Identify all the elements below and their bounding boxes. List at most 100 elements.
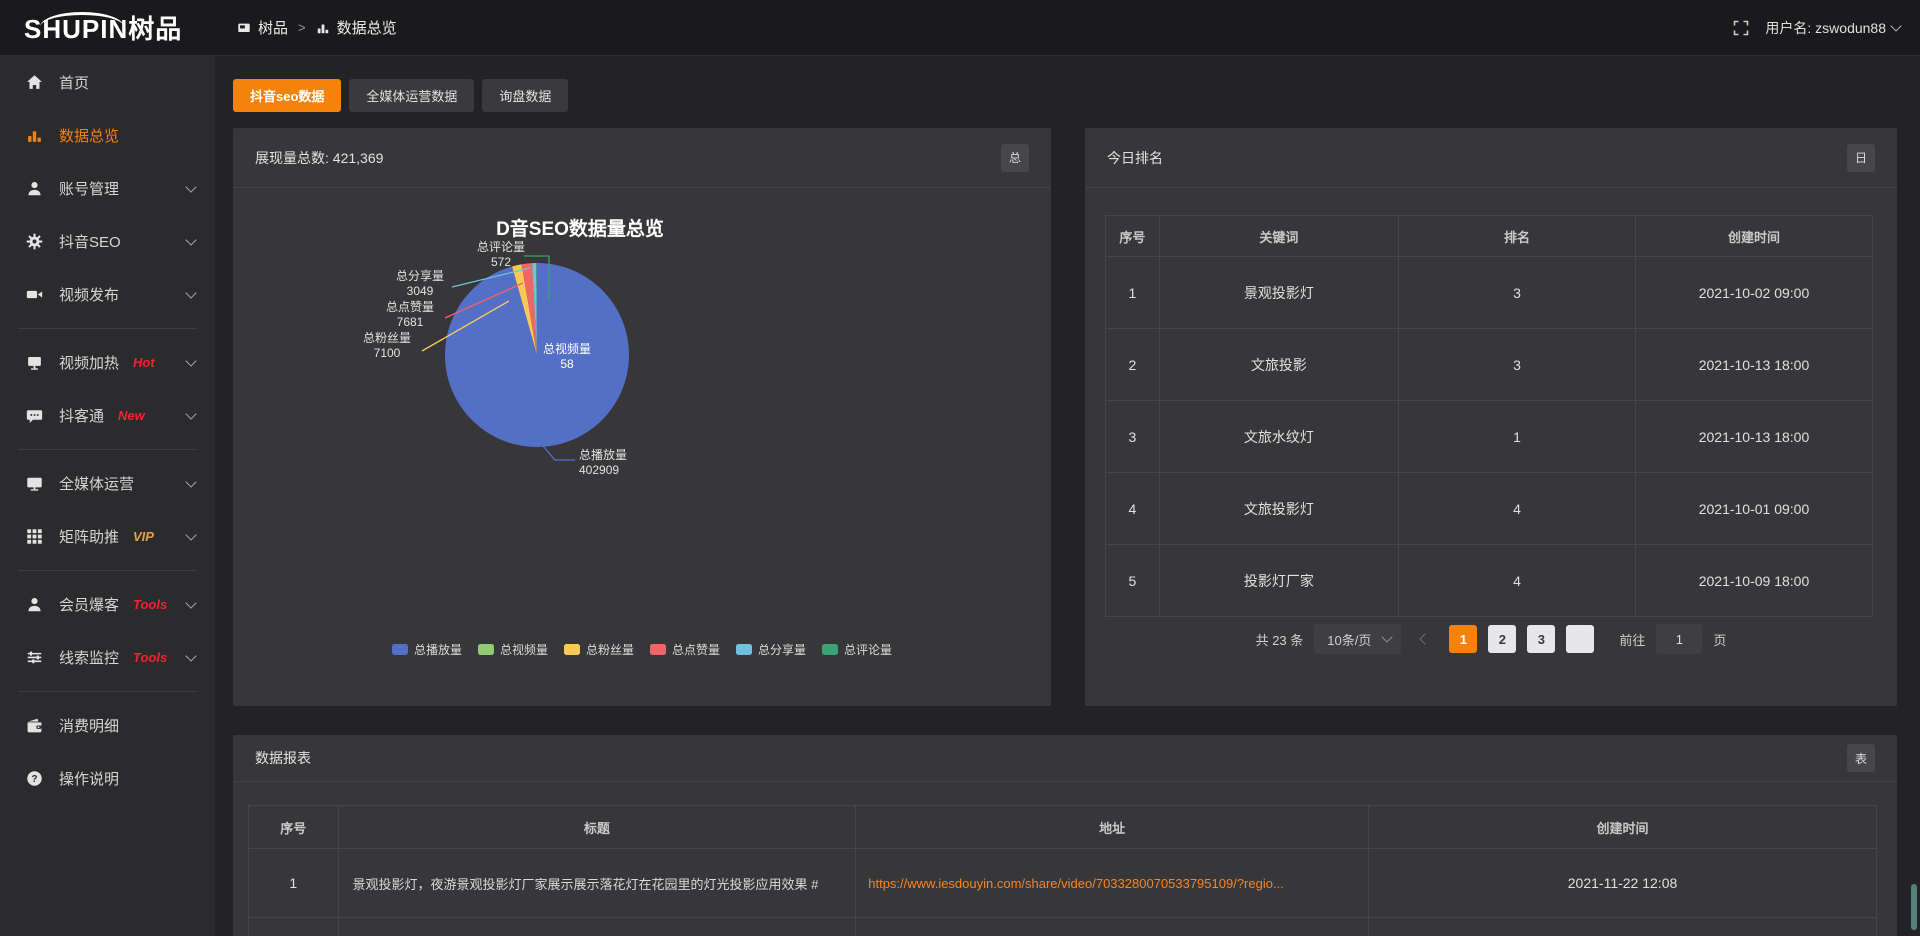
chevron-down-icon — [1890, 20, 1901, 31]
table-row: 4文旅投影灯42021-10-01 09:00 — [1106, 473, 1873, 545]
column-header: 序号 — [1106, 216, 1160, 257]
table-cell: 2021-10-01 09:00 — [1635, 473, 1872, 545]
page-button-3[interactable]: 3 — [1527, 625, 1555, 653]
chevron-down-icon — [185, 408, 196, 419]
legend-swatch — [392, 644, 408, 655]
legend-item[interactable]: 总播放量 — [392, 641, 462, 658]
column-header: 关键词 — [1159, 216, 1398, 257]
breadcrumb: 树品 > 数据总览 — [237, 17, 397, 38]
pie-label-shares: 总分享量 3049 — [396, 269, 444, 299]
app-root: SHUPIN树品 树品 > 数据总览 用户名: zswodun88 首页数据总览… — [0, 0, 1920, 936]
tab-douyin-seo-data[interactable]: 抖音seo数据 — [233, 79, 341, 112]
report-table: 序号标题地址创建时间1景观投影灯，夜游景观投影灯厂家展示展示落花灯在花园里的灯光… — [248, 805, 1877, 936]
index-cell: 1 — [249, 849, 339, 918]
username-label: 用户名: zswodun88 — [1765, 18, 1886, 38]
video-link[interactable]: https://www.iesdouyin.com/share/video/70… — [868, 876, 1284, 891]
pie-label-videos: 总视频量 58 — [543, 342, 591, 372]
legend-item[interactable]: 总视频量 — [478, 641, 548, 658]
legend-label: 总粉丝量 — [586, 641, 634, 658]
page-scrollbar[interactable] — [1910, 56, 1918, 936]
ranking-table: 序号关键词排名创建时间1景观投影灯32021-10-02 09:002文旅投影3… — [1105, 215, 1873, 617]
page-size-select[interactable]: 10条/页 — [1314, 624, 1401, 654]
report-panel: 数据报表 表 序号标题地址创建时间1景观投影灯，夜游景观投影灯厂家展示展示落花灯… — [233, 735, 1897, 936]
sidebar-item-data-overview[interactable]: 数据总览 — [0, 109, 215, 162]
sidebar-item-member-baoke[interactable]: 会员爆客Tools — [0, 578, 215, 631]
goto-page-input[interactable] — [1656, 624, 1702, 654]
user-icon — [26, 180, 44, 197]
table-cell: 2021-10-13 18:00 — [1635, 401, 1872, 473]
table-cell: 1 — [1398, 401, 1635, 473]
legend-item[interactable]: 总点赞量 — [650, 641, 720, 658]
title-cell: 景观投影灯，夜游景观投影灯厂家展示展示落花灯在花园里的灯光投影应用效果 # — [338, 849, 856, 918]
legend-item[interactable]: 总分享量 — [736, 641, 806, 658]
sidebar-item-video-heat[interactable]: 视频加热Hot — [0, 336, 215, 389]
report-panel-title: 数据报表 — [255, 748, 311, 768]
table-cell: 4 — [1106, 473, 1160, 545]
legend-item[interactable]: 总粉丝量 — [564, 641, 634, 658]
sidebar-item-label: 线索监控 — [59, 647, 119, 668]
next-page-button[interactable] — [1566, 625, 1594, 653]
table-cell: 5 — [1106, 545, 1160, 617]
table-cell: 4 — [1398, 545, 1635, 617]
fullscreen-icon[interactable] — [1733, 20, 1749, 36]
sidebar-divider — [18, 691, 197, 692]
table-row-partial — [249, 918, 1877, 936]
sidebar-item-douketong[interactable]: 抖客通New — [0, 389, 215, 442]
table-row: 2文旅投影32021-10-13 18:00 — [1106, 329, 1873, 401]
time-cell: 2021-11-22 12:08 — [1369, 849, 1877, 918]
goto-label: 前往 — [1619, 630, 1645, 649]
header-right: 用户名: zswodun88 — [1733, 18, 1920, 38]
page-button-1[interactable]: 1 — [1449, 625, 1477, 653]
table-cell: 3 — [1106, 401, 1160, 473]
daily-view-button[interactable]: 日 — [1847, 144, 1875, 172]
sidebar-item-media-operation[interactable]: 全媒体运营 — [0, 457, 215, 510]
chevron-down-icon — [185, 476, 196, 487]
table-header-row: 序号关键词排名创建时间 — [1106, 216, 1873, 257]
column-header: 创建时间 — [1635, 216, 1872, 257]
sidebar-item-label: 首页 — [59, 72, 89, 93]
sidebar-item-clue-monitor[interactable]: 线索监控 Tools — [0, 631, 215, 684]
scrollbar-thumb[interactable] — [1911, 884, 1917, 930]
sidebar-item-badge: VIP — [133, 529, 154, 544]
sidebar-item-douyin-seo[interactable]: 抖音SEO — [0, 215, 215, 268]
svg-text:?: ? — [31, 774, 37, 785]
page-button-2[interactable]: 2 — [1488, 625, 1516, 653]
grid-icon — [26, 528, 44, 545]
table-cell: 文旅投影灯 — [1159, 473, 1398, 545]
screen-icon — [237, 21, 251, 35]
impressions-total: 展现量总数: 421,369 — [255, 148, 383, 168]
sidebar-item-account-manage[interactable]: 账号管理 — [0, 162, 215, 215]
sidebar-item-video-publish[interactable]: 视频发布 — [0, 268, 215, 321]
empty-cell — [856, 918, 1369, 936]
column-header: 创建时间 — [1369, 806, 1877, 849]
empty-cell — [249, 918, 339, 936]
sidebar-item-home[interactable]: 首页 — [0, 56, 215, 109]
breadcrumb-item-home[interactable]: 树品 — [258, 17, 288, 38]
sidebar-item-label: 视频发布 — [59, 284, 119, 305]
breadcrumb-separator: > — [298, 20, 306, 35]
table-cell: 3 — [1398, 329, 1635, 401]
screen-icon — [26, 354, 44, 371]
sidebar-item-badge: Tools — [133, 650, 167, 665]
sidebar-item-label: 消费明细 — [59, 715, 119, 736]
sidebar-item-help[interactable]: ?操作说明 — [0, 752, 215, 805]
sidebar-item-consume-detail[interactable]: 消费明细 — [0, 699, 215, 752]
pagination-total: 共 23 条 — [1256, 630, 1304, 649]
pie-label-fans: 总粉丝量 7100 — [363, 331, 411, 361]
table-cell: 3 — [1398, 257, 1635, 329]
sidebar-item-matrix-boost[interactable]: 矩阵助推VIP — [0, 510, 215, 563]
tab-media-operation-data[interactable]: 全媒体运营数据 — [349, 79, 474, 112]
table-cell: 投影灯厂家 — [1159, 545, 1398, 617]
tab-inquiry-data[interactable]: 询盘数据 — [482, 79, 568, 112]
table-cell: 2021-10-13 18:00 — [1635, 329, 1872, 401]
legend-swatch — [564, 644, 580, 655]
total-view-button[interactable]: 总 — [1001, 144, 1029, 172]
prev-page-button[interactable] — [1412, 625, 1438, 653]
user-menu[interactable]: 用户名: zswodun88 — [1765, 18, 1900, 38]
table-cell: 文旅水纹灯 — [1159, 401, 1398, 473]
chart-legend: 总播放量总视频量 总粉丝量总点赞量总分享量总评论量 — [233, 641, 1051, 658]
empty-cell — [338, 918, 856, 936]
table-view-button[interactable]: 表 — [1847, 744, 1875, 772]
legend-item[interactable]: 总评论量 — [822, 641, 892, 658]
chart-panel: 展现量总数: 421,369 总 D音SEO数据量总览 总评论量 572 总分享… — [233, 128, 1051, 706]
